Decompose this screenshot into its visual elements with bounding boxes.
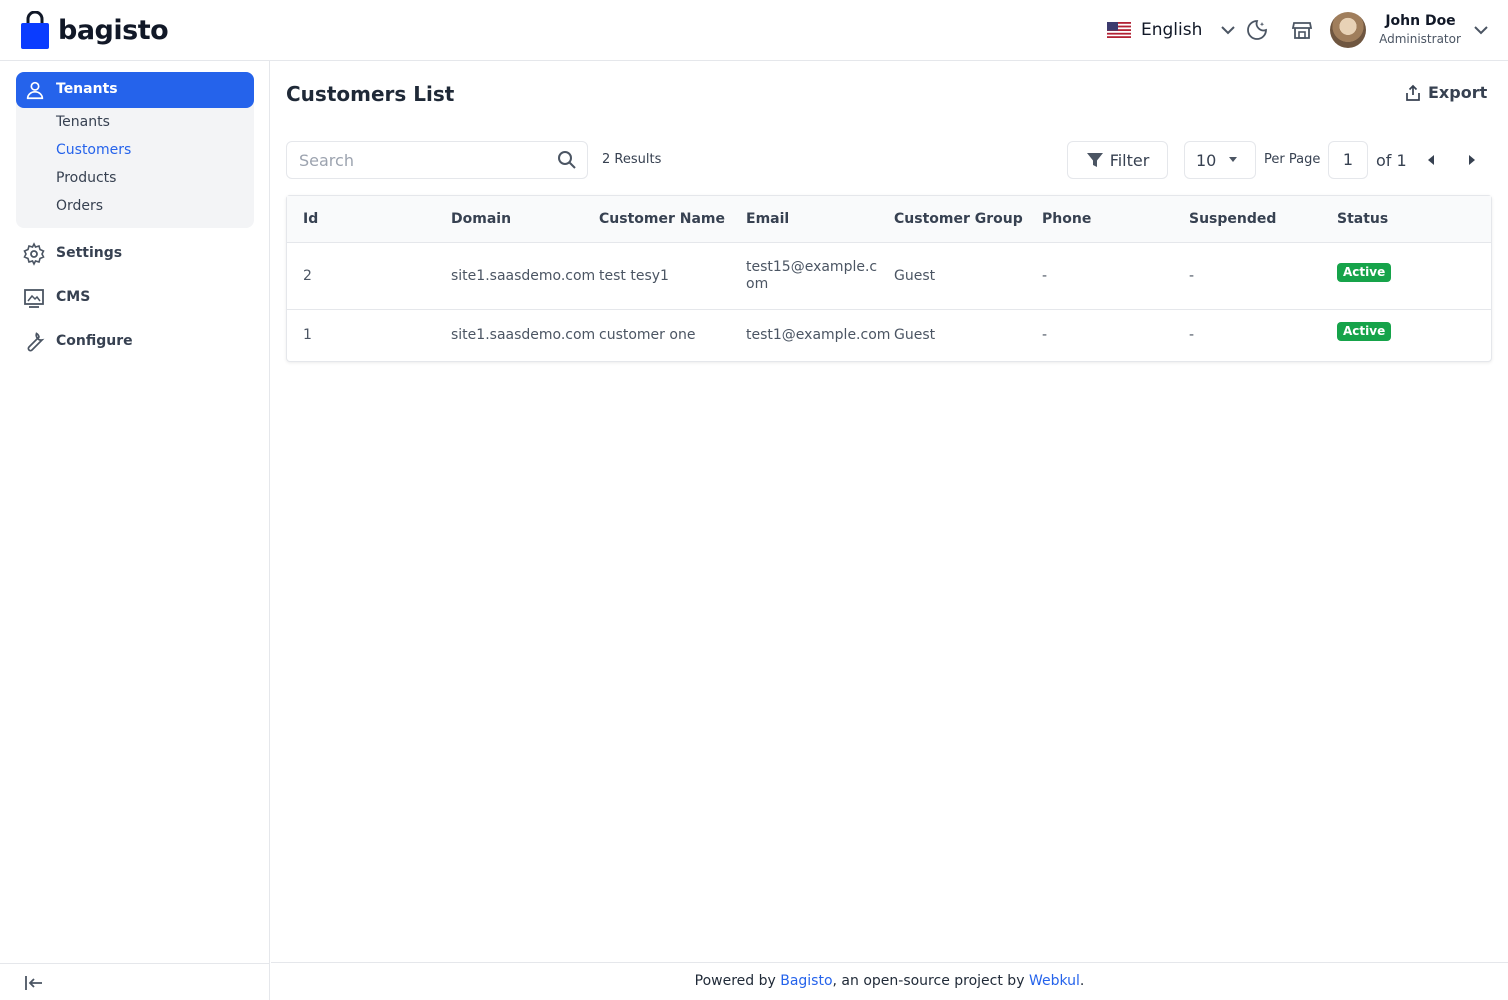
export-button[interactable]: Export: [1404, 83, 1487, 102]
cell-domain: site1.saasdemo.com: [451, 268, 596, 284]
cell-customer-group: Guest: [894, 327, 936, 343]
top-header: bagisto English John Doe Administrator: [0, 0, 1508, 61]
dark-mode-icon[interactable]: [1245, 18, 1269, 42]
cell-customer-group: Guest: [894, 268, 936, 284]
column-header[interactable]: Id: [303, 211, 318, 227]
table-row[interactable]: 1 site1.saasdemo.com customer one test1@…: [287, 310, 1491, 361]
sidebar-item-label: Settings: [56, 245, 123, 261]
user-role: Administrator: [1379, 32, 1461, 46]
status-badge: Active: [1337, 263, 1392, 282]
brand-name: bagisto: [58, 14, 169, 46]
per-page-value: 10: [1196, 151, 1217, 170]
cell-domain: site1.saasdemo.com: [451, 327, 596, 343]
chevron-down-icon: [1221, 26, 1236, 35]
column-header[interactable]: Status: [1337, 211, 1388, 227]
page-title: Customers List: [286, 82, 455, 106]
sidebar: Tenants Tenants Customers Products Order…: [0, 61, 270, 1000]
storefront-icon[interactable]: [1290, 18, 1314, 42]
wrench-icon: [27, 332, 45, 352]
sidebar-subitem-tenants[interactable]: Tenants: [56, 114, 110, 130]
cell-suspended: -: [1189, 327, 1195, 343]
per-page-select[interactable]: 10: [1184, 141, 1256, 179]
footer: Powered by Bagisto, an open-source proje…: [271, 962, 1508, 1000]
language-label: English: [1141, 20, 1203, 40]
sidebar-group-tenants: Tenants Tenants Customers Products Order…: [16, 72, 254, 228]
status-badge: Active: [1337, 322, 1392, 341]
table-row[interactable]: 2 site1.saasdemo.com test tesy1 test15@e…: [287, 243, 1491, 310]
caret-down-icon: [1229, 157, 1237, 162]
column-header[interactable]: Suspended: [1189, 211, 1276, 227]
language-selector[interactable]: English: [1107, 18, 1238, 42]
filter-button[interactable]: Filter: [1067, 141, 1168, 179]
per-page-label: Per Page: [1264, 152, 1321, 167]
cell-suspended: -: [1189, 268, 1195, 284]
footer-text: Powered by: [694, 973, 781, 989]
gear-icon: [23, 242, 45, 266]
sidebar-item-label: CMS: [56, 289, 91, 305]
chevron-down-icon[interactable]: [1471, 20, 1491, 40]
results-count: 2 Results: [602, 152, 662, 167]
cell-email: test15@example.com: [746, 259, 878, 292]
footer-link-webkul[interactable]: Webkul: [1029, 973, 1080, 989]
sidebar-item-configure[interactable]: Configure: [22, 330, 133, 354]
sidebar-item-tenants[interactable]: Tenants: [16, 72, 254, 108]
brand-logo[interactable]: bagisto: [20, 10, 169, 50]
search-input[interactable]: [287, 142, 527, 178]
customers-table: Id Domain Customer Name Email Customer G…: [286, 195, 1492, 362]
next-page-icon[interactable]: [1469, 155, 1475, 165]
sidebar-subitem-customers[interactable]: Customers: [56, 142, 131, 158]
sidebar-subitem-orders[interactable]: Orders: [56, 198, 103, 214]
filter-icon: [1086, 153, 1103, 167]
cell-customer-name: test tesy1: [599, 268, 669, 284]
search-icon[interactable]: [557, 150, 577, 170]
column-header[interactable]: Email: [746, 211, 789, 227]
us-flag-icon: [1107, 22, 1131, 38]
footer-text: .: [1079, 973, 1085, 989]
sidebar-item-label: Configure: [56, 333, 133, 349]
collapse-sidebar-icon[interactable]: [23, 972, 45, 994]
sidebar-item-cms[interactable]: CMS: [22, 286, 90, 310]
prev-page-icon[interactable]: [1428, 155, 1434, 165]
cell-phone: -: [1042, 268, 1048, 284]
user-icon: [26, 81, 44, 100]
column-header[interactable]: Customer Group: [894, 211, 1023, 227]
page-total: of 1: [1376, 151, 1407, 170]
footer-text: , an open-source project by: [832, 973, 1029, 989]
column-header[interactable]: Phone: [1042, 211, 1091, 227]
cell-id: 2: [303, 268, 312, 284]
sidebar-collapse-bar: [0, 963, 269, 1000]
shopping-bag-icon: [21, 11, 49, 49]
column-header[interactable]: Customer Name: [599, 211, 725, 227]
column-header[interactable]: Domain: [451, 211, 511, 227]
search-box: [286, 141, 588, 179]
cell-id: 1: [303, 327, 312, 343]
table-header: Id Domain Customer Name Email Customer G…: [287, 196, 1491, 243]
footer-link-bagisto[interactable]: Bagisto: [780, 973, 832, 989]
cell-customer-name: customer one: [599, 327, 696, 343]
user-name: John Doe: [1385, 13, 1456, 29]
avatar[interactable]: [1330, 12, 1366, 48]
cell-phone: -: [1042, 327, 1048, 343]
cms-icon: [24, 289, 44, 308]
export-icon: [1406, 84, 1420, 101]
sidebar-item-label: Tenants: [56, 81, 118, 97]
page-input[interactable]: 1: [1328, 141, 1368, 179]
main-content: Customers List Export 2 Results Filter 1…: [271, 61, 1508, 1000]
cell-email: test1@example.com: [746, 327, 891, 343]
filter-label: Filter: [1109, 150, 1150, 170]
export-label: Export: [1428, 83, 1488, 102]
sidebar-subitem-products[interactable]: Products: [56, 170, 116, 186]
sidebar-item-settings[interactable]: Settings: [22, 242, 122, 266]
